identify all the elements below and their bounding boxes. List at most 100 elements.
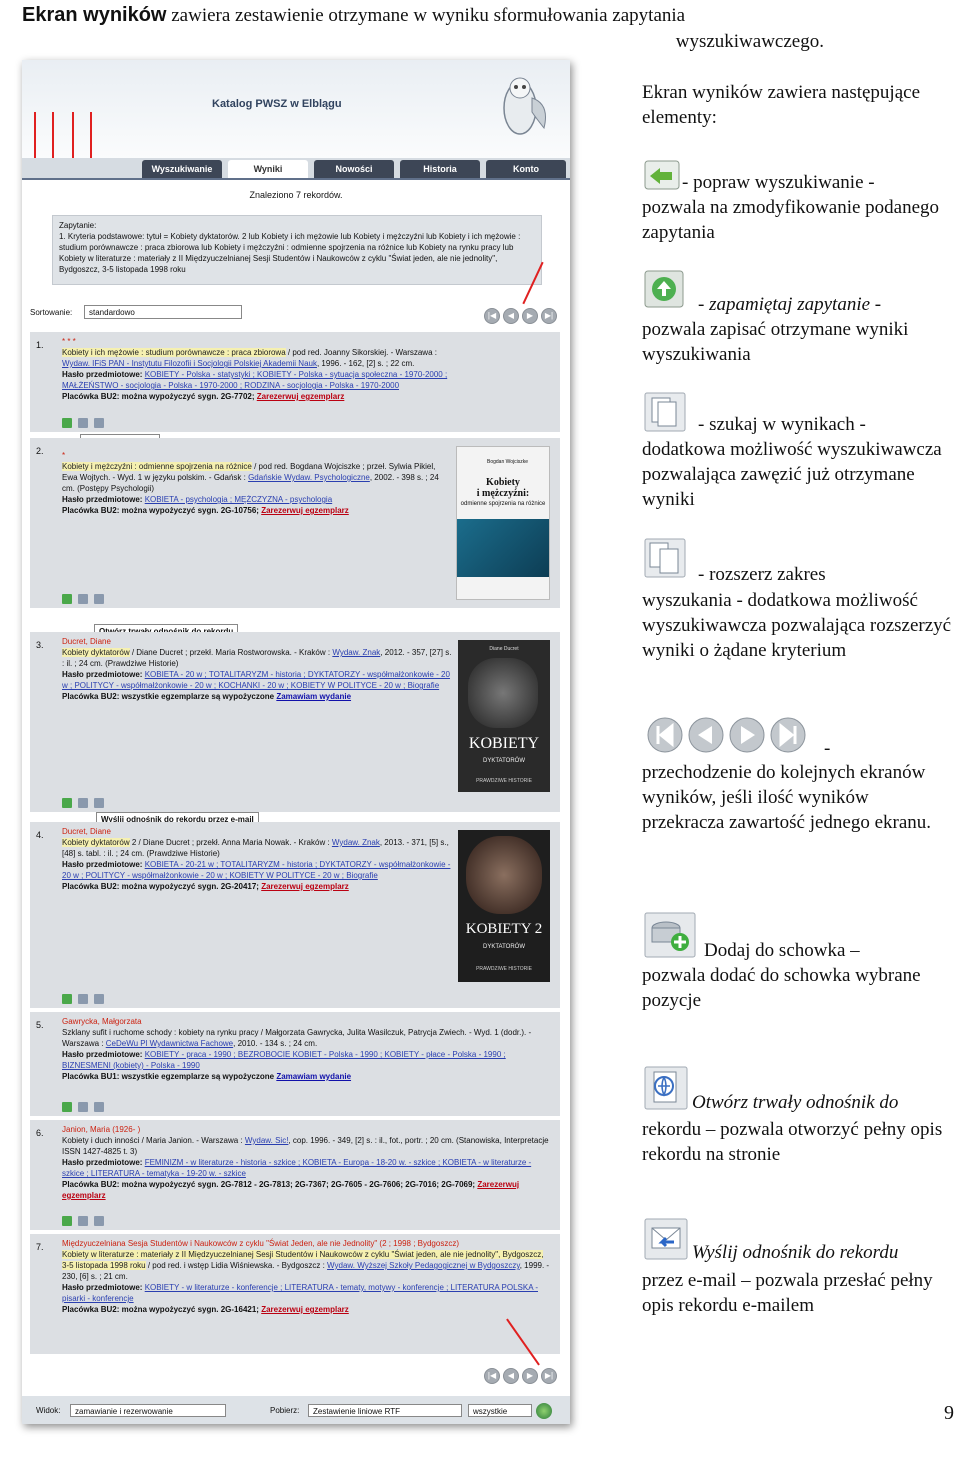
record-number: 4. — [36, 830, 44, 840]
record-title[interactable]: Kobiety dyktatorów — [62, 838, 130, 847]
reserve-link[interactable]: Zarezerwuj egzemplarz — [257, 392, 345, 401]
record-pub-rest: , 2010. - 134 s. ; 24 cm. — [233, 1039, 318, 1048]
record-title[interactable]: Szklany sufit i ruchome schody : kobiety… — [62, 1028, 259, 1037]
next-page-icon[interactable]: ▶ — [522, 308, 538, 324]
email-icon[interactable] — [94, 1102, 104, 1112]
last-page-icon[interactable]: ▶| — [541, 1368, 557, 1384]
record-publisher[interactable]: Wydaw. Znak — [332, 648, 380, 657]
heading-line2: wyszukiwawczego. — [675, 31, 824, 52]
record-author: Międzyuczelniana Sesja Studentów i Nauko… — [62, 1239, 459, 1248]
catalog-banner — [22, 60, 570, 160]
email-icon[interactable] — [94, 994, 104, 1004]
dodaj-do-schowka-icon[interactable] — [62, 594, 72, 604]
record-publisher[interactable]: Gdańskie Wydaw. Psychologiczne — [248, 473, 370, 482]
dodaj-do-schowka-icon[interactable] — [62, 418, 72, 428]
record-publisher[interactable]: Wydaw. Sic! — [245, 1136, 289, 1145]
record-placowka: Placówka BU1: wszystkie egzemplarze są w… — [62, 1072, 275, 1081]
record-7: 7. Międzyuczelniana Sesja Studentów i Na… — [30, 1234, 560, 1354]
record-rest: / pod red. i wstęp Lidia Wiśniewska. - B… — [145, 1261, 325, 1270]
tab-nowosci[interactable]: Nowości — [314, 160, 394, 178]
record-body: Ducret, Diane Kobiety dyktatorów 2 / Dia… — [62, 826, 452, 892]
record-title[interactable]: Kobiety i duch inności — [62, 1136, 139, 1145]
record-number: 3. — [36, 640, 44, 650]
odnosnik-label: Otwórz trwały odnośnik do — [692, 1092, 899, 1113]
record-title[interactable]: Kobiety dyktatorów — [62, 648, 130, 657]
record-author: Ducret, Diane — [62, 827, 111, 836]
cover-series: PRAWDZIWE HISTORIE — [476, 778, 532, 784]
odnosnik-icon[interactable] — [78, 1102, 88, 1112]
record-1: 1. * * * Kobiety i ich mężowie : studium… — [30, 332, 560, 432]
odnosnik-icon[interactable] — [78, 594, 88, 604]
record-3: 3. Ducret, Diane Kobiety dyktatorów / Di… — [30, 632, 560, 812]
odnosnik-icon[interactable] — [78, 1216, 88, 1226]
email-icon[interactable] — [94, 1216, 104, 1226]
record-publisher[interactable]: Wydaw. IFiS PAN - Instytutu Filozofii i … — [62, 359, 317, 368]
email-icon[interactable] — [94, 594, 104, 604]
first-page-icon[interactable]: |◀ — [484, 308, 500, 324]
record-icons — [62, 994, 104, 1004]
popraw-label: - popraw wyszukiwanie - — [682, 172, 875, 193]
scope-select[interactable]: wszystkie — [468, 1404, 532, 1417]
record-rest: / pod red. Joanny Sikorskiej. - Warszawa… — [285, 348, 437, 357]
tab-wyniki[interactable]: Wyniki — [228, 160, 308, 178]
order-link[interactable]: Zamawiam wydanie — [276, 1072, 351, 1081]
rozszerz-desc: wyszukania - dodatkowa możliwość wyszuki… — [642, 590, 952, 661]
email-icon[interactable] — [94, 798, 104, 808]
record-number: 7. — [36, 1242, 44, 1252]
cover-title: i mężczyźni: — [476, 488, 530, 499]
sort-label: Sortowanie: — [30, 308, 73, 317]
record-2: 2. * Kobiety i mężczyźni : odmienne spoj… — [30, 438, 560, 608]
odnosnik-desc-wrap: rekordu – pozwala otworzyć pełny opis re… — [642, 1117, 958, 1167]
odnosnik-icon[interactable] — [78, 994, 88, 1004]
record-title[interactable]: Kobiety i ich mężowie : studium porównaw… — [62, 348, 286, 357]
reserve-link[interactable]: Zarezerwuj egzemplarz — [261, 1305, 349, 1314]
record-icons — [62, 1216, 104, 1226]
record-author: * * * — [62, 337, 76, 346]
tab-wyszukiwanie[interactable]: Wyszukiwanie — [142, 160, 222, 178]
record-number: 5. — [36, 1020, 44, 1030]
download-go-icon[interactable] — [536, 1403, 552, 1419]
tab-konto[interactable]: Konto — [486, 160, 566, 178]
szukaj-desc: dodatkowa możliwość wyszukiwawcza pozwal… — [642, 439, 942, 510]
rozszerz-label: - rozszerz zakres — [698, 564, 826, 585]
dodaj-do-schowka-icon[interactable] — [62, 1102, 72, 1112]
record-rest: / Diane Ducret ; przekł. Maria Rostworow… — [129, 648, 331, 657]
record-publisher[interactable]: Wydaw. Znak — [332, 838, 380, 847]
record-publisher[interactable]: CeDeWu Pl Wydawnictwa Fachowe — [106, 1039, 233, 1048]
last-page-icon[interactable]: ▶| — [541, 308, 557, 324]
subject-label: Hasło przedmiotowe: — [62, 670, 143, 679]
widok-select[interactable]: zamawianie i rezerwowanie — [70, 1404, 226, 1417]
nav-dash: - — [824, 738, 831, 759]
page-heading: Ekran wyników zawiera zestawienie otrzym… — [22, 2, 952, 55]
email-icon[interactable] — [94, 418, 104, 428]
dodaj-do-schowka-icon[interactable] — [62, 1216, 72, 1226]
record-publisher[interactable]: Wydaw. Wyższej Szkoły Pedagogicznej w By… — [327, 1261, 520, 1270]
sort-select[interactable]: standardowo — [84, 305, 242, 319]
pobierz-label: Pobierz: — [270, 1406, 300, 1415]
subject-label: Hasło przedmiotowe: — [62, 1050, 143, 1059]
cover-subtitle: DYKTATORÓW — [483, 944, 525, 950]
dodaj-do-schowka-icon[interactable] — [62, 798, 72, 808]
tab-historia[interactable]: Historia — [400, 160, 480, 178]
odnosnik-icon[interactable] — [78, 798, 88, 808]
record-placowka: Placówka BU2: można wypożyczyć sygn. 2G-… — [62, 1305, 259, 1314]
record-placowka: Placówka BU2: można wypożyczyć sygn. 2G-… — [62, 882, 259, 891]
cover-title: KOBIETY — [468, 735, 540, 752]
dodaj-do-schowka-icon[interactable] — [62, 994, 72, 1004]
prev-page-icon[interactable]: ◀ — [503, 308, 519, 324]
first-page-icon[interactable]: |◀ — [484, 1368, 500, 1384]
subject-label: Hasło przedmiotowe: — [62, 1158, 143, 1167]
reserve-link[interactable]: Zarezerwuj egzemplarz — [261, 506, 349, 515]
cover-title: KOBIETY — [465, 921, 532, 937]
next-page-icon[interactable]: ▶ — [522, 1368, 538, 1384]
record-body: Ducret, Diane Kobiety dyktatorów / Diane… — [62, 636, 452, 702]
record-subjects[interactable]: KOBIETA - psychologia ; MĘŻCZYZNA - psyc… — [145, 495, 332, 504]
record-title[interactable]: Kobiety i mężczyźni : odmienne spojrzeni… — [62, 462, 252, 471]
cover-author: Diane Ducret — [489, 646, 519, 652]
subject-label: Hasło przedmiotowe: — [62, 495, 143, 504]
pobierz-select[interactable]: Zestawienie liniowe RTF — [308, 1404, 462, 1417]
order-link[interactable]: Zamawiam wydanie — [276, 692, 351, 701]
prev-page-icon[interactable]: ◀ — [503, 1368, 519, 1384]
reserve-link[interactable]: Zarezerwuj egzemplarz — [261, 882, 349, 891]
odnosnik-icon[interactable] — [78, 418, 88, 428]
